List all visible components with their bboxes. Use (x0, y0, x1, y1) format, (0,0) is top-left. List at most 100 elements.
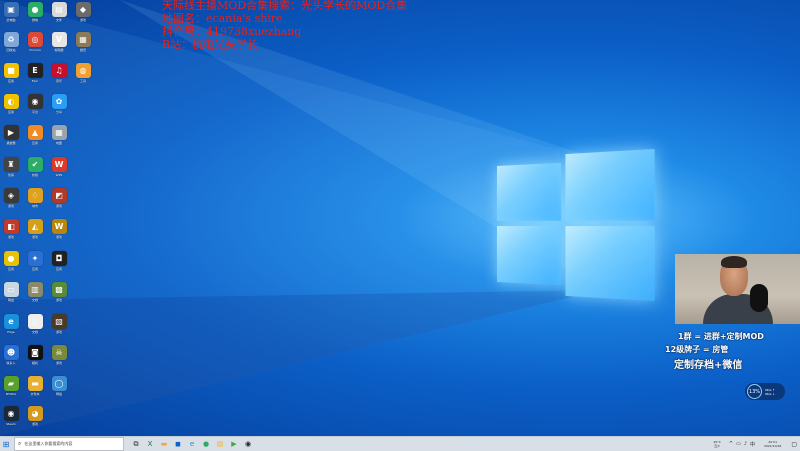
media-icon[interactable]: ▶ (228, 438, 240, 450)
desktop-shortcut[interactable]: ✿ 分享 (48, 94, 70, 114)
edge-icon[interactable]: e (186, 438, 198, 450)
desktop-shortcut[interactable]: ☠ 游戏 (48, 345, 70, 365)
tool-icon: ◍ (75, 63, 91, 78)
app2-icon: ◐ (3, 94, 19, 109)
desktop-shortcut[interactable]: W 游戏 (48, 219, 70, 239)
desktop-shortcut[interactable]: ♢ 城市 (24, 188, 46, 208)
clock[interactable]: 20:51 2021/10/16 (764, 440, 781, 448)
desktop-shortcut[interactable]: ▥ 文档 (24, 282, 46, 302)
music-icon: ♫ (51, 63, 67, 78)
desktop-shortcut[interactable]: ■ 应用 (0, 63, 22, 83)
desktop-shortcut-label: 城市 (31, 204, 38, 208)
desktop-shortcut-label: 平台 (31, 110, 38, 114)
weather-widget[interactable]: 20°C 云少 (713, 440, 720, 448)
desktop-shortcut[interactable]: ♜ 侦探 (0, 157, 22, 177)
desktop-shortcut[interactable]: ▣ 此电脑 (0, 2, 22, 22)
wechat-icon[interactable]: ● (200, 438, 212, 450)
desktop-shortcut[interactable]: ▶ 播放器 (0, 125, 22, 145)
desktop-shortcut[interactable]: ◘ 应用 (48, 251, 70, 271)
obs-icon[interactable]: ◉ (242, 438, 254, 450)
network-app-icon: ◯ (51, 376, 67, 391)
desktop-shortcut[interactable]: ◈ 游戏 (0, 188, 22, 208)
network-icon[interactable]: ▭ (736, 441, 741, 448)
desktop-shortcut[interactable]: ◩ 游戏 (48, 188, 70, 208)
camera-icon: ◙ (27, 345, 43, 360)
desktop-shortcut-label: 游戏 (79, 18, 86, 22)
weather-desc: 云少 (714, 444, 721, 448)
desktop-shortcut[interactable]: ☻ 联系人 (0, 345, 22, 365)
search-icon: ⌕ (18, 440, 22, 447)
desktop-shortcut[interactable]: ▰ NVIDIA (0, 376, 22, 396)
steam-icon: ◉ (3, 406, 19, 421)
desktop-shortcut[interactable]: ◉ Steam (0, 406, 22, 426)
store-icon[interactable]: ◼ (172, 438, 184, 450)
desktop-shortcut[interactable]: ● 应用 (0, 251, 22, 271)
desktop-shortcut-label: 壁纸 (79, 48, 86, 52)
folder-icon[interactable]: ▤ (214, 438, 226, 450)
overlay-line: 抖音号：419738xuezhang (162, 25, 302, 38)
clock-date: 2021/10/16 (764, 444, 782, 448)
desktop-shortcut[interactable]: ◎ Chrome (24, 32, 46, 52)
task-view-icon[interactable]: ⧉ (130, 438, 142, 450)
search-box[interactable]: ⌕ 在这里输入你要搜索的内容 (14, 437, 124, 451)
desktop-shortcut[interactable]: ▲ 应用 (24, 125, 46, 145)
desktop-shortcut-label: 游戏 (55, 298, 62, 302)
desktop-shortcut[interactable]: ▦ 地图 (48, 125, 70, 145)
desktop-shortcut-label: 游戏 (7, 204, 14, 208)
desktop-shortcut[interactable]: E Epic (24, 63, 46, 83)
desktop-shortcut[interactable]: ▧ 游戏 (48, 314, 70, 334)
file-explorer-icon[interactable]: ▬ (158, 438, 170, 450)
excel-icon[interactable]: X (144, 438, 156, 450)
desktop-shortcut[interactable]: ◕ 游戏 (24, 406, 46, 426)
desktop-shortcut-label: Chrome (29, 48, 41, 52)
network-usage-badge: 13% (747, 384, 762, 399)
desktop-shortcut[interactable]: V 编辑器 (48, 32, 70, 52)
promo-line: 12级牌子 = 房管 (665, 345, 729, 354)
desktop-shortcut-label: Epic (31, 79, 39, 83)
desktop-shortcut[interactable]: ✔ 校验 (24, 157, 46, 177)
desktop-shortcut-label: 游戏 (31, 422, 38, 426)
windows-logo-wallpaper (497, 148, 655, 302)
desktop-shortcut-label: 游戏 (55, 204, 62, 208)
recycle-bin-icon: ♻ (3, 32, 19, 47)
desktop-shortcut[interactable]: ◧ 游戏 (0, 219, 22, 239)
desktop-shortcut[interactable]: ▤ 文件 (48, 2, 70, 22)
desktop-shortcut[interactable]: ▯ 文档 (24, 314, 46, 334)
desktop-shortcut[interactable]: ◙ 相机 (24, 345, 46, 365)
desktop-shortcut[interactable]: ◉ 平台 (24, 94, 46, 114)
desktop-shortcut[interactable]: ▦ 壁纸 (72, 32, 94, 52)
desktop-shortcut-label: 播放器 (6, 141, 16, 145)
desktop-shortcut-label: 游戏 (55, 235, 62, 239)
desktop-shortcut-label: 音乐 (55, 79, 62, 83)
desktop-shortcut[interactable]: ♻ 回收站 (0, 32, 22, 52)
green-check-icon: ✔ (27, 157, 43, 172)
desktop-shortcut[interactable]: W WPS (48, 157, 70, 177)
desktop-shortcut[interactable]: ◆ 游戏 (72, 2, 94, 22)
nvidia-icon: ▰ (3, 376, 19, 391)
chevron-up-icon[interactable]: ^ (729, 441, 733, 448)
desktop-shortcut-label: 应用 (55, 267, 62, 271)
network-speed-widget[interactable]: 13% 0K/s ↑ 0K/s ↓ (745, 383, 785, 400)
desktop-shortcut[interactable]: ▩ 游戏 (48, 282, 70, 302)
desktop-shortcut[interactable]: ♫ 音乐 (48, 63, 70, 83)
orange-app-icon: ▲ (27, 125, 43, 140)
notification-icon[interactable]: ▢ (791, 441, 797, 448)
desktop-shortcut-label: 应用 (7, 267, 14, 271)
input-method-icon[interactable]: 中 (750, 441, 755, 448)
desktop-shortcut[interactable]: e Edge (0, 314, 22, 334)
overlay-line: 地图名：ecania's shire (162, 12, 283, 25)
steam-alt-icon: ◉ (27, 94, 43, 109)
desktop-shortcut[interactable]: ◐ 应用 (0, 94, 22, 114)
blue-app-icon: ✦ (27, 251, 43, 266)
desktop-shortcut-label: 网盘 (7, 298, 14, 302)
desktop-shortcut[interactable]: ▬ 文件夹 (24, 376, 46, 396)
desktop-shortcut[interactable]: ● 微信 (24, 2, 46, 22)
start-button[interactable]: ⊞ (0, 437, 12, 451)
desktop-shortcut[interactable]: ◭ 游戏 (24, 219, 46, 239)
desktop-shortcut[interactable]: ✦ 应用 (24, 251, 46, 271)
volume-icon[interactable]: ♪ (744, 441, 747, 448)
desktop-shortcut[interactable]: ◍ 工具 (72, 63, 94, 83)
desktop-shortcut-label: 文档 (31, 330, 38, 334)
desktop-shortcut[interactable]: ▭ 网盘 (0, 282, 22, 302)
desktop-shortcut[interactable]: ◯ 网络 (48, 376, 70, 396)
